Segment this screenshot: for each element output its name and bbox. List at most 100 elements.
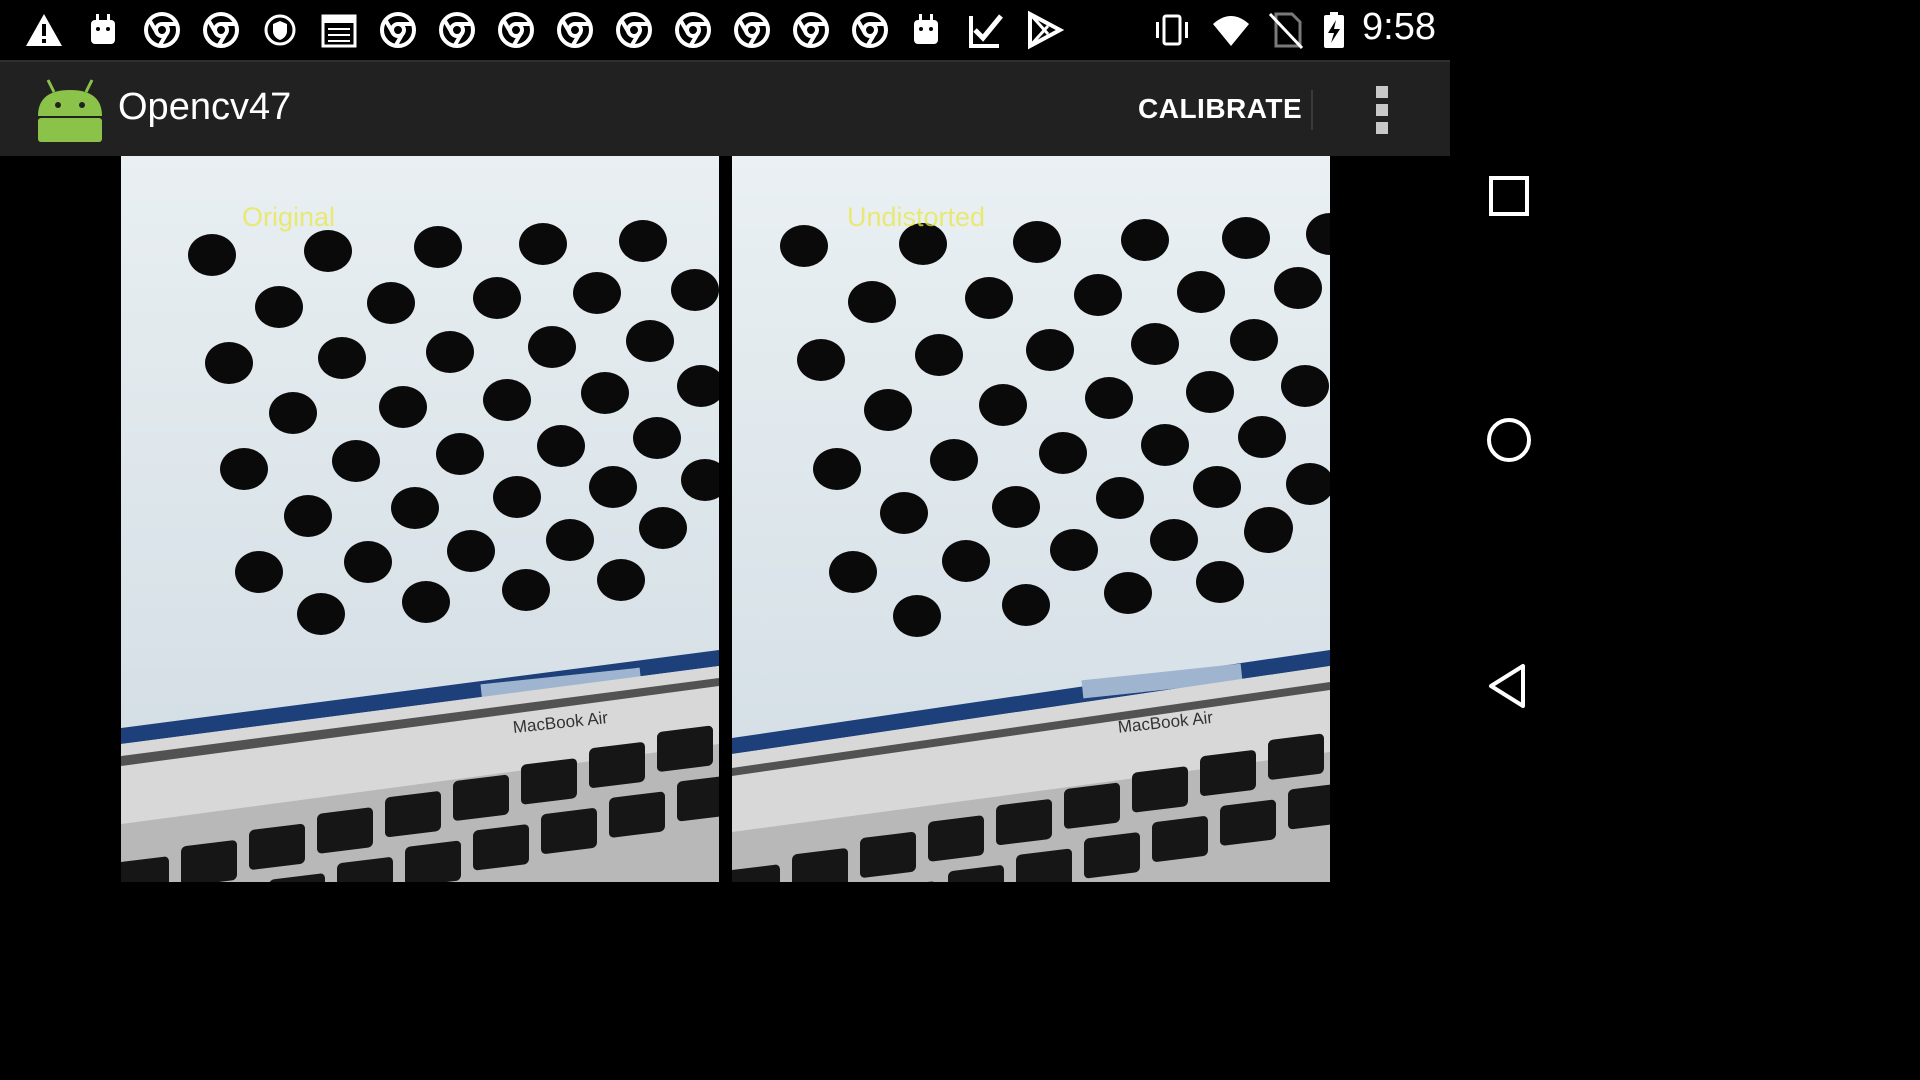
- calibration-dot: [379, 386, 427, 428]
- chrome-icon: [673, 10, 713, 50]
- home-icon[interactable]: [1479, 410, 1539, 470]
- calibration-dot: [864, 389, 912, 431]
- calibration-dot: [1013, 221, 1061, 263]
- keyboard-key: [589, 742, 645, 788]
- warning-icon: [24, 10, 64, 50]
- calibrate-button[interactable]: CALIBRATE: [1122, 84, 1318, 134]
- chrome-icon: [791, 10, 831, 50]
- back-icon[interactable]: [1479, 656, 1539, 716]
- calibration-dot: [188, 234, 236, 276]
- calibration-dot: [493, 476, 541, 518]
- keyboard-key: [609, 791, 665, 838]
- tasks-icon: [965, 10, 1005, 50]
- calibration-dot: [414, 226, 462, 268]
- calibration-dot: [284, 495, 332, 537]
- no-sim-icon: [1266, 10, 1306, 50]
- calibration-dot: [1193, 466, 1241, 508]
- calibration-dot: [979, 384, 1027, 426]
- keyboard-key: [473, 824, 529, 871]
- calibration-dot: [297, 593, 345, 635]
- calibration-dot: [633, 417, 681, 459]
- calibration-dot: [1039, 432, 1087, 474]
- calibration-dot: [1244, 511, 1292, 553]
- keyboard-key: [1220, 799, 1276, 846]
- keyboard-key: [1152, 816, 1208, 862]
- calibration-dot: [426, 331, 474, 373]
- undistorted-frame: MacBook Air Undistorted: [732, 156, 1330, 882]
- keyboard-key: [521, 758, 577, 805]
- calibration-dot: [235, 551, 283, 593]
- calibration-dot: [205, 342, 253, 384]
- play-store-icon: [1024, 10, 1064, 50]
- calibration-dot: [915, 334, 963, 376]
- calibration-dot: [537, 425, 585, 467]
- navigation-bar: [1450, 0, 1568, 882]
- calibration-dot: [1150, 519, 1198, 561]
- calibration-dot: [626, 320, 674, 362]
- calibration-dot: [1074, 274, 1122, 316]
- calibration-dot: [1104, 572, 1152, 614]
- battery-charging-icon: [1314, 10, 1354, 50]
- calibration-dot: [391, 487, 439, 529]
- calibration-dot: [1131, 323, 1179, 365]
- calibration-dot: [930, 439, 978, 481]
- calibration-dot: [332, 440, 380, 482]
- calibration-dot: [893, 595, 941, 637]
- original-label: Original: [242, 202, 336, 232]
- keyboard-key: [657, 725, 713, 772]
- calibration-dot: [1230, 319, 1278, 361]
- calibration-dot: [1274, 267, 1322, 309]
- calibration-dot: [992, 486, 1040, 528]
- chrome-icon: [614, 10, 654, 50]
- calibration-dot: [1281, 365, 1329, 407]
- calibration-dot: [780, 225, 828, 267]
- calibration-dot: [1196, 561, 1244, 603]
- calibration-dot: [402, 581, 450, 623]
- action-bar: Opencv47 CALIBRATE: [0, 60, 1450, 156]
- keyboard-key: [1200, 750, 1256, 796]
- action-divider: [1311, 90, 1313, 130]
- calibration-dot: [965, 277, 1013, 319]
- calibration-dot: [1186, 371, 1234, 413]
- calibration-dot: [619, 220, 667, 262]
- calibration-dot: [473, 277, 521, 319]
- calibration-dot: [436, 433, 484, 475]
- calibration-dot: [813, 448, 861, 490]
- keyboard-key: [1288, 783, 1330, 830]
- chrome-icon: [378, 10, 418, 50]
- calibration-dot: [1141, 424, 1189, 466]
- android-debug-icon: [906, 10, 946, 50]
- chrome-icon: [555, 10, 595, 50]
- calibration-dot: [573, 272, 621, 314]
- camera-view: MacBook Air Original MacBook Air Undisto…: [0, 156, 1450, 882]
- calibration-dot: [304, 230, 352, 272]
- recents-icon[interactable]: [1479, 166, 1539, 226]
- chrome-icon: [496, 10, 536, 50]
- undistorted-label: Undistorted: [847, 202, 986, 232]
- calibration-dot: [1026, 329, 1074, 371]
- calibration-dot: [447, 530, 495, 572]
- calibration-dot: [344, 541, 392, 583]
- calibration-dot: [829, 551, 877, 593]
- calibration-dot: [1085, 377, 1133, 419]
- keyboard-key: [249, 823, 305, 870]
- calibration-dot: [597, 559, 645, 601]
- calibration-dot: [848, 281, 896, 323]
- calibration-dot: [1238, 416, 1286, 458]
- calibration-dot: [269, 392, 317, 434]
- calibration-dot: [483, 379, 531, 421]
- android-debug-icon: [83, 10, 123, 50]
- status-clock: 9:58: [1362, 6, 1436, 48]
- calibration-dot: [519, 223, 567, 265]
- calibration-dot: [367, 282, 415, 324]
- calibration-dot: [1096, 477, 1144, 519]
- calibration-dot: [942, 540, 990, 582]
- keyboard-key: [405, 840, 461, 882]
- keyboard-key: [385, 791, 441, 838]
- status-bar: 9:58: [0, 0, 1450, 60]
- keyboard-key: [1132, 766, 1188, 813]
- keyboard-key: [1084, 832, 1140, 879]
- more-vert-icon[interactable]: [1362, 80, 1402, 140]
- chrome-icon: [437, 10, 477, 50]
- shield-icon: [260, 10, 300, 50]
